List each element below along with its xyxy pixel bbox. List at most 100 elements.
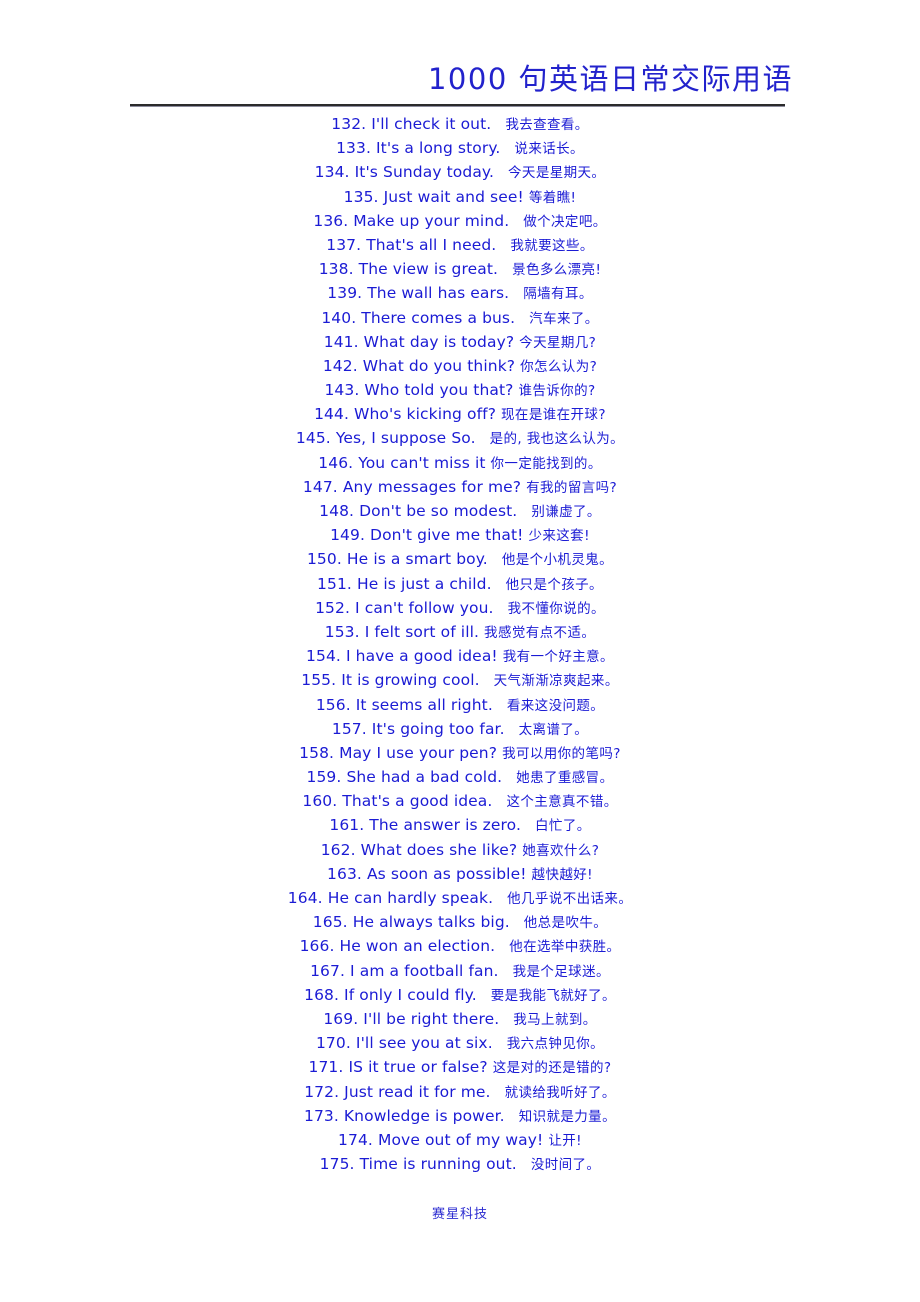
phrase-line: 147. Any messages for me? 有我的留言吗?	[0, 475, 920, 499]
phrase-line: 167. I am a football fan. 我是个足球迷。	[0, 959, 920, 983]
phrase-chinese: 没时间了。	[530, 1157, 601, 1174]
phrase-english: 145. Yes, I suppose So.	[295, 429, 476, 448]
phrase-line: 163. As soon as possible! 越快越好!	[0, 862, 920, 886]
phrase-line: 135. Just wait and see! 等着瞧!	[0, 185, 920, 209]
phrase-line: 138. The view is great. 景色多么漂亮!	[0, 257, 920, 281]
phrase-chinese: 他在选举中获胜。	[509, 939, 621, 956]
phrase-chinese: 她喜欢什么?	[522, 842, 600, 859]
phrase-chinese: 他几乎说不出话来。	[507, 891, 633, 907]
phrase-line: 156. It seems all right. 看来这没问题。	[0, 693, 920, 717]
phrase-chinese: 我有一个好主意。	[502, 649, 614, 666]
phrase-line: 150. He is a smart boy. 他是个小机灵鬼。	[0, 547, 920, 571]
phrase-chinese: 白忙了。	[535, 818, 591, 835]
phrase-english: 167. I am a football fan.	[310, 961, 499, 980]
phrase-english: 133. It's a long story.	[336, 139, 501, 158]
phrase-line: 141. What day is today? 今天星期几?	[0, 330, 920, 354]
document-header: 1000 句英语日常交际用语	[0, 62, 920, 96]
phrase-chinese: 看来这没问题。	[506, 697, 605, 714]
phrase-line: 165. He always talks big. 他总是吹牛。	[0, 910, 920, 934]
phrase-chinese: 做个决定吧。	[523, 213, 607, 230]
phrase-chinese: 我感觉有点不适。	[484, 624, 596, 641]
phrase-english: 143. Who told you that?	[324, 381, 514, 400]
phrase-english: 135. Just wait and see!	[343, 187, 524, 206]
phrase-line: 148. Don't be so modest. 别谦虚了。	[0, 499, 920, 523]
phrase-english: 139. The wall has ears.	[327, 284, 510, 303]
phrase-line: 175. Time is running out. 没时间了。	[0, 1152, 920, 1176]
phrase-english: 169. I'll be right there.	[323, 1009, 500, 1028]
phrase-chinese: 我可以用你的笔吗?	[502, 745, 621, 762]
phrase-line: 158. May I use your pen? 我可以用你的笔吗?	[0, 741, 920, 765]
phrase-chinese: 景色多么漂亮!	[512, 262, 602, 279]
phrase-english: 134. It's Sunday today.	[314, 163, 495, 182]
phrase-english: 156. It seems all right.	[315, 695, 493, 714]
phrase-english: 140. There comes a bus.	[321, 308, 516, 327]
phrase-chinese: 我去查查看。	[505, 117, 589, 133]
phrase-english: 149. Don't give me that!	[330, 526, 524, 545]
phrase-chinese: 这是对的还是错的?	[492, 1060, 612, 1077]
phrase-chinese: 隔墙有耳。	[523, 286, 593, 303]
phrase-line: 144. Who's kicking off? 现在是谁在开球?	[0, 402, 920, 426]
phrase-line: 170. I'll see you at six. 我六点钟见你。	[0, 1031, 920, 1055]
phrase-english: 163. As soon as possible!	[327, 864, 527, 883]
phrase-line: 134. It's Sunday today. 今天是星期天。	[0, 160, 920, 184]
phrase-chinese: 现在是谁在开球?	[501, 407, 606, 424]
phrase-chinese: 我不懂你说的。	[507, 600, 605, 617]
phrase-english: 158. May I use your pen?	[299, 743, 498, 762]
phrase-chinese: 你怎么认为?	[520, 358, 598, 375]
header-divider	[130, 104, 785, 107]
phrase-chinese: 说来话长。	[514, 141, 584, 158]
phrase-english: 174. Move out of my way!	[338, 1130, 544, 1149]
phrase-chinese: 别谦虚了。	[531, 504, 601, 520]
phrase-english: 148. Don't be so modest.	[319, 502, 518, 520]
phrase-line: 160. That's a good idea. 这个主意真不错。	[0, 789, 920, 813]
phrase-english: 166. He won an election.	[299, 937, 496, 956]
phrase-chinese: 有我的留言吗?	[526, 479, 618, 496]
phrase-chinese: 知识就是力量。	[518, 1108, 616, 1125]
phrase-english: 136. Make up your mind.	[313, 211, 510, 230]
phrase-line: 154. I have a good idea! 我有一个好主意。	[0, 644, 920, 668]
phrase-line: 149. Don't give me that! 少来这套!	[0, 523, 920, 547]
phrase-english: 138. The view is great.	[318, 260, 499, 279]
phrase-line: 173. Knowledge is power. 知识就是力量。	[0, 1104, 920, 1128]
phrase-chinese: 等着瞧!	[528, 189, 577, 206]
page-title: 1000 句英语日常交际用语	[427, 62, 793, 96]
phrase-chinese: 汽车来了。	[529, 310, 599, 327]
phrase-chinese: 我就要这些。	[510, 237, 594, 254]
phrase-line: 161. The answer is zero. 白忙了。	[0, 813, 920, 837]
phrase-english: 155. It is growing cool.	[301, 671, 480, 690]
phrase-line: 152. I can't follow you. 我不懂你说的。	[0, 596, 920, 620]
phrase-line: 174. Move out of my way! 让开!	[0, 1128, 920, 1152]
phrase-line: 171. IS it true or false? 这是对的还是错的?	[0, 1055, 920, 1079]
phrase-line: 142. What do you think? 你怎么认为?	[0, 354, 920, 378]
phrase-english: 154. I have a good idea!	[306, 647, 498, 666]
phrase-english: 172. Just read it for me.	[304, 1082, 491, 1101]
phrase-english: 146. You can't miss it	[318, 453, 486, 472]
phrase-line: 153. I felt sort of ill. 我感觉有点不适。	[0, 620, 920, 644]
phrase-list: 132. I'll check it out. 我去查查看。 133. It's a…	[0, 112, 920, 1176]
phrase-english: 157. It's going too far.	[331, 719, 505, 738]
phrase-chinese: 我马上就到。	[513, 1011, 597, 1028]
phrase-english: 141. What day is today?	[323, 332, 515, 351]
phrase-chinese: 她患了重感冒。	[516, 770, 614, 787]
phrase-chinese: 是的, 我也这么认为。	[489, 431, 625, 448]
phrase-english: 137. That's all I need.	[326, 235, 497, 254]
footer-label: 赛星科技	[431, 1207, 488, 1222]
phrase-english: 144. Who's kicking off?	[314, 405, 497, 424]
phrase-english: 132. I'll check it out.	[331, 115, 492, 133]
phrase-line: 172. Just read it for me. 就读给我听好了。	[0, 1080, 920, 1104]
phrase-english: 168. If only I could fly.	[304, 985, 477, 1004]
phrase-english: 150. He is a smart boy.	[306, 550, 488, 569]
phrase-line: 137. That's all I need. 我就要这些。	[0, 233, 920, 257]
phrase-chinese: 今天是星期天。	[508, 165, 606, 182]
phrase-line: 159. She had a bad cold. 她患了重感冒。	[0, 765, 920, 789]
document-footer: 赛星科技	[0, 1203, 920, 1223]
phrase-english: 151. He is just a child.	[317, 574, 492, 593]
phrase-line: 155. It is growing cool. 天气渐渐凉爽起来。	[0, 668, 920, 692]
phrase-english: 142. What do you think?	[322, 356, 516, 375]
phrase-line: 132. I'll check it out. 我去查查看。	[0, 112, 920, 136]
phrase-line: 151. He is just a child. 他只是个孩子。	[0, 572, 920, 596]
phrase-english: 161. The answer is zero.	[329, 816, 522, 835]
phrase-english: 160. That's a good idea.	[302, 792, 493, 811]
phrase-line: 143. Who told you that? 谁告诉你的?	[0, 378, 920, 402]
phrase-chinese: 要是我能飞就好了。	[490, 987, 616, 1004]
